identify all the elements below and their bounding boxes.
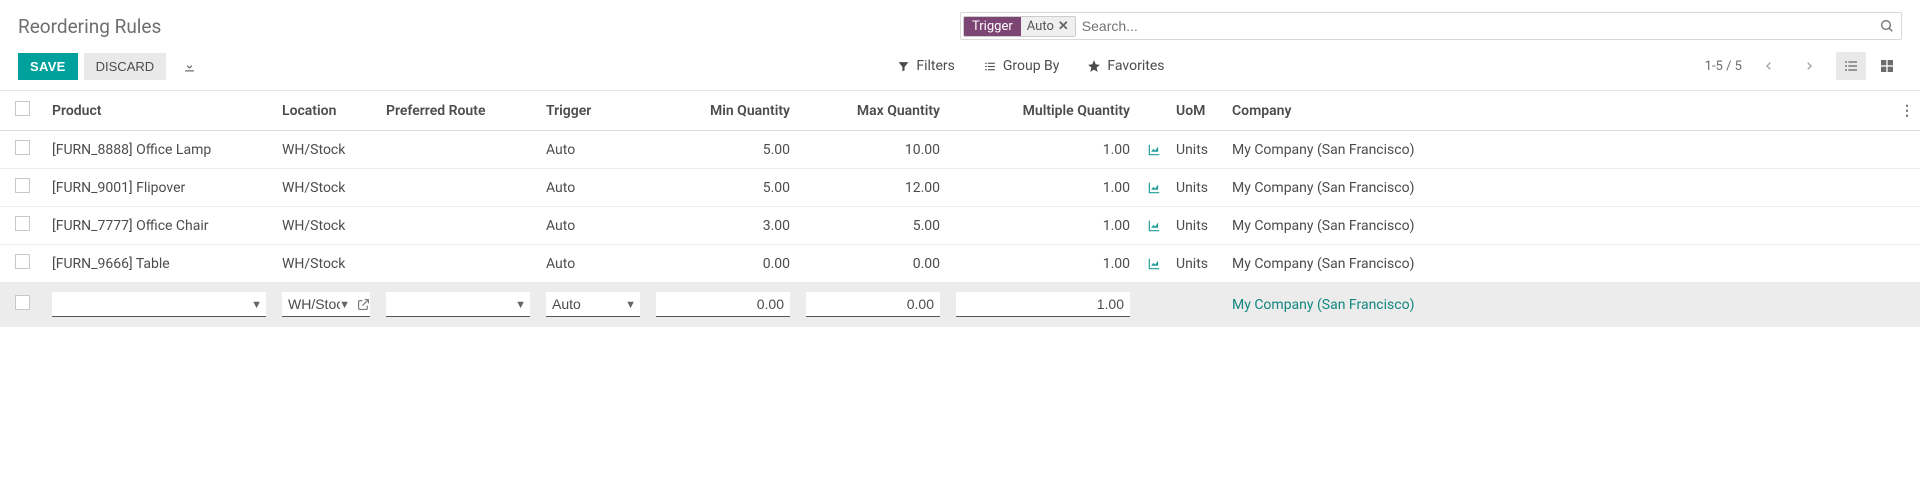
filters-button[interactable]: Filters: [897, 58, 955, 74]
cell-mult: 1.00: [948, 218, 1138, 234]
cell-mult: 1.00: [948, 256, 1138, 272]
cell-uom: Units: [1168, 180, 1224, 196]
cell-uom: Units: [1168, 218, 1224, 234]
search-input[interactable]: [1076, 15, 1879, 37]
pager-next-button[interactable]: [1796, 55, 1822, 77]
product-input[interactable]: [52, 292, 266, 317]
list-icon: [983, 60, 997, 73]
cell-product: [FURN_9666] Table: [44, 256, 274, 272]
cell-location: WH/Stock: [274, 256, 378, 272]
table-header: Product Location Preferred Route Trigger…: [0, 91, 1920, 131]
page-title: Reordering Rules: [18, 15, 161, 38]
cell-location: WH/Stock: [274, 180, 378, 196]
cell-min: 0.00: [648, 256, 798, 272]
funnel-icon: [897, 60, 910, 73]
trigger-input[interactable]: [546, 292, 640, 317]
row-checkbox[interactable]: [15, 216, 30, 231]
list-view-icon: [1843, 58, 1859, 74]
cell-min: 5.00: [648, 180, 798, 196]
groupby-label: Group By: [1003, 58, 1060, 74]
data-table: Product Location Preferred Route Trigger…: [0, 91, 1920, 327]
view-kanban-button[interactable]: [1872, 52, 1902, 80]
table-row[interactable]: [FURN_9666] TableWH/StockAuto0.000.001.0…: [0, 245, 1920, 283]
col-max[interactable]: Max Quantity: [798, 103, 948, 119]
cell-max: 12.00: [798, 180, 948, 196]
forecast-graph-icon[interactable]: [1146, 219, 1160, 233]
cell-max: 0.00: [798, 256, 948, 272]
cell-company: My Company (San Francisco): [1224, 218, 1892, 234]
cell-company: My Company (San Francisco): [1224, 142, 1892, 158]
cell-product: [FURN_7777] Office Chair: [44, 218, 274, 234]
cell-uom: Units: [1168, 142, 1224, 158]
cell-trigger: Auto: [538, 142, 648, 158]
cell-min: 5.00: [648, 142, 798, 158]
column-options-button[interactable]: ⋮: [1892, 103, 1920, 119]
row-checkbox[interactable]: [15, 254, 30, 269]
cell-company: My Company (San Francisco): [1224, 256, 1892, 272]
cell-product: [FURN_8888] Office Lamp: [44, 142, 274, 158]
mult-qty-input[interactable]: [956, 292, 1130, 317]
company-link[interactable]: My Company (San Francisco): [1224, 297, 1892, 313]
col-company[interactable]: Company: [1224, 103, 1892, 119]
star-icon: [1087, 59, 1101, 73]
route-input[interactable]: [386, 292, 530, 317]
cell-mult: 1.00: [948, 142, 1138, 158]
cell-max: 5.00: [798, 218, 948, 234]
cell-uom: Units: [1168, 256, 1224, 272]
col-route[interactable]: Preferred Route: [378, 103, 538, 119]
table-row-editing: ▼ ▼ ▼ ▼: [0, 283, 1920, 327]
cell-trigger: Auto: [538, 180, 648, 196]
cell-trigger: Auto: [538, 218, 648, 234]
favorites-button[interactable]: Favorites: [1087, 58, 1164, 74]
forecast-graph-icon[interactable]: [1146, 181, 1160, 195]
cell-company: My Company (San Francisco): [1224, 180, 1892, 196]
max-qty-input[interactable]: [806, 292, 940, 317]
cell-location: WH/Stock: [274, 218, 378, 234]
pager-prev-button[interactable]: [1756, 55, 1782, 77]
search-bar[interactable]: Trigger Auto ✕: [960, 12, 1902, 40]
view-list-button[interactable]: [1836, 52, 1866, 80]
col-trigger[interactable]: Trigger: [538, 103, 648, 119]
table-row[interactable]: [FURN_8888] Office LampWH/StockAuto5.001…: [0, 131, 1920, 169]
min-qty-input[interactable]: [656, 292, 790, 317]
chevron-left-icon: [1764, 59, 1774, 73]
row-checkbox[interactable]: [15, 140, 30, 155]
save-button[interactable]: SAVE: [18, 53, 78, 80]
col-product[interactable]: Product: [44, 103, 274, 119]
pager-text: 1-5 / 5: [1705, 59, 1742, 74]
search-icon[interactable]: [1879, 18, 1895, 34]
discard-button[interactable]: DISCARD: [84, 53, 167, 80]
cell-min: 3.00: [648, 218, 798, 234]
kanban-view-icon: [1879, 58, 1895, 74]
groupby-button[interactable]: Group By: [983, 58, 1060, 74]
external-link-icon[interactable]: [357, 298, 370, 311]
cell-location: WH/Stock: [274, 142, 378, 158]
cell-max: 10.00: [798, 142, 948, 158]
remove-facet-icon[interactable]: ✕: [1058, 19, 1069, 34]
search-facet-value: Auto ✕: [1021, 17, 1075, 36]
col-uom[interactable]: UoM: [1168, 103, 1224, 119]
table-row[interactable]: [FURN_7777] Office ChairWH/Stock Auto3.00…: [0, 207, 1920, 245]
chevron-right-icon: [1804, 59, 1814, 73]
download-icon[interactable]: [182, 59, 197, 74]
favorites-label: Favorites: [1107, 58, 1164, 74]
forecast-graph-icon[interactable]: [1146, 257, 1160, 271]
cell-trigger: Auto: [538, 256, 648, 272]
col-mult[interactable]: Multiple Quantity: [948, 103, 1138, 119]
filters-label: Filters: [916, 58, 955, 74]
table-row[interactable]: [FURN_9001] FlipoverWH/Stock Auto5.0012.0…: [0, 169, 1920, 207]
search-facet-label: Trigger: [964, 17, 1021, 36]
row-checkbox[interactable]: [15, 295, 30, 310]
col-min[interactable]: Min Quantity: [648, 103, 798, 119]
col-location[interactable]: Location: [274, 103, 378, 119]
search-facet: Trigger Auto ✕: [963, 16, 1076, 37]
select-all-checkbox[interactable]: [15, 101, 30, 116]
forecast-graph-icon[interactable]: [1146, 143, 1160, 157]
search-facet-value-text: Auto: [1027, 19, 1054, 34]
cell-mult: 1.00: [948, 180, 1138, 196]
row-checkbox[interactable]: [15, 178, 30, 193]
cell-product: [FURN_9001] Flipover: [44, 180, 274, 196]
